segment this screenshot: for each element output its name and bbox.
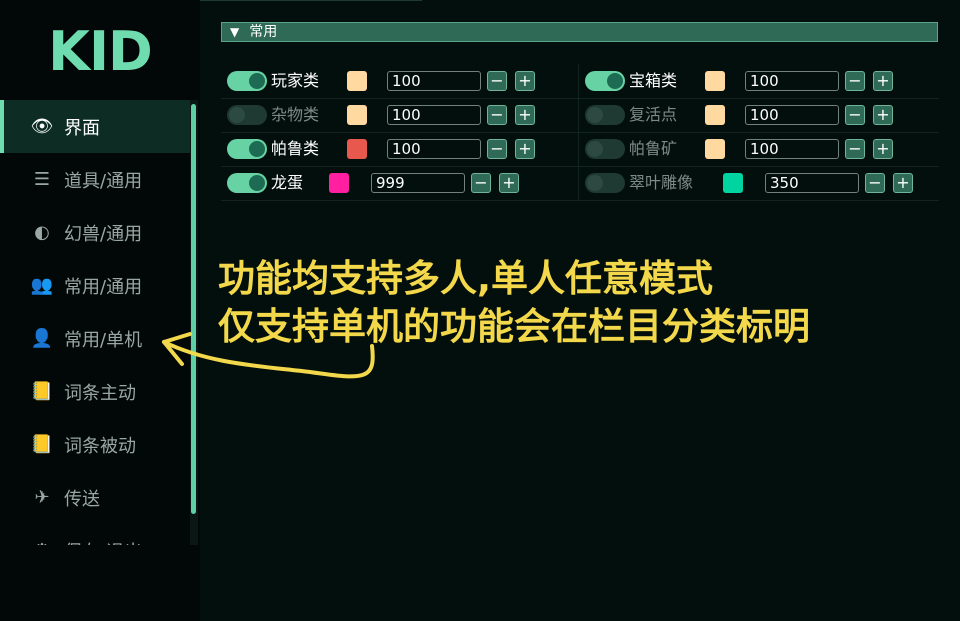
right-color-swatch[interactable] <box>705 105 725 125</box>
sidebar-scroll-thumb[interactable] <box>191 104 196 514</box>
left-value-input[interactable]: 999 <box>371 173 465 193</box>
left-increment-button[interactable]: + <box>515 71 535 91</box>
right-toggle[interactable] <box>585 173 625 193</box>
half-circle-icon: ◐ <box>34 222 50 243</box>
settings-row: 帕鲁类 100− + 帕鲁矿 100− + <box>221 132 939 167</box>
user-icon: 👤 <box>30 328 54 349</box>
collapse-triangle-icon: ▼ <box>230 25 240 39</box>
left-decrement-button[interactable]: − <box>487 71 507 91</box>
right-color-swatch[interactable] <box>705 139 725 159</box>
right-toggle[interactable] <box>585 105 625 125</box>
toggle-knob <box>229 107 245 123</box>
right-label: 宝箱类 <box>629 71 678 90</box>
sidebar-item-label: 保存/退出 <box>64 538 142 546</box>
left-label: 玩家类 <box>271 71 320 90</box>
sidebar-item-8[interactable]: ⚙ 保存/退出 <box>0 524 190 545</box>
left-toggle[interactable] <box>227 105 267 125</box>
sidebar-item-3[interactable]: 👥 常用/通用 <box>0 259 190 312</box>
toggle-knob <box>607 73 623 89</box>
left-decrement-button[interactable]: − <box>487 105 507 125</box>
settings-row: 龙蛋 999− + 翠叶雕像 350− + <box>221 166 939 201</box>
right-increment-button[interactable]: + <box>873 139 893 159</box>
section-title: 常用 <box>249 24 278 40</box>
left-toggle[interactable] <box>227 139 267 159</box>
right-value-input[interactable]: 350 <box>765 173 859 193</box>
left-value-input[interactable]: 100 <box>387 105 481 125</box>
sidebar-item-label: 道具/通用 <box>64 170 143 192</box>
right-label: 复活点 <box>629 105 678 124</box>
left-decrement-button[interactable]: − <box>471 173 491 193</box>
left-color-swatch[interactable] <box>347 105 367 125</box>
plane-icon: ✈ <box>34 487 50 508</box>
sidebar-item-label: 传送 <box>64 488 100 510</box>
sidebar-item-1[interactable]: ☰ 道具/通用 <box>0 153 190 206</box>
book-icon: 📒 <box>30 434 54 455</box>
toggle-knob <box>587 141 603 157</box>
left-toggle[interactable] <box>227 173 267 193</box>
left-value-input[interactable]: 100 <box>387 139 481 159</box>
column-divider <box>578 64 579 200</box>
list-icon: ☰ <box>33 169 51 190</box>
left-increment-button[interactable]: + <box>515 105 535 125</box>
sidebar-item-7[interactable]: ✈ 传送 <box>0 471 190 524</box>
right-label: 帕鲁矿 <box>629 139 678 158</box>
right-decrement-button[interactable]: − <box>845 105 865 125</box>
sidebar-item-label: 幻兽/通用 <box>64 223 143 245</box>
right-toggle[interactable] <box>585 139 625 159</box>
left-decrement-button[interactable]: − <box>487 139 507 159</box>
sidebar-item-label: 界面 <box>64 117 100 139</box>
left-color-swatch[interactable] <box>347 71 367 91</box>
right-value-input[interactable]: 100 <box>745 139 839 159</box>
right-toggle[interactable] <box>585 71 625 91</box>
right-decrement-button[interactable]: − <box>845 139 865 159</box>
left-label: 杂物类 <box>271 105 320 124</box>
left-label: 帕鲁类 <box>271 139 320 158</box>
right-increment-button[interactable]: + <box>893 173 913 193</box>
right-value-input[interactable]: 100 <box>745 105 839 125</box>
sidebar-item-6[interactable]: 📒 词条被动 <box>0 418 190 471</box>
book-icon: 📒 <box>30 381 54 402</box>
left-color-swatch[interactable] <box>329 173 349 193</box>
annotation-line-1: 功能均支持多人,单人任意模式 <box>218 257 714 300</box>
left-value-input[interactable]: 100 <box>387 71 481 91</box>
eye-icon: 👁 <box>30 116 54 137</box>
sidebar-item-0[interactable]: 👁 界面 <box>0 100 190 153</box>
left-increment-button[interactable]: + <box>515 139 535 159</box>
settings-row: 玩家类 100− + 宝箱类 100− + <box>221 64 939 99</box>
left-color-swatch[interactable] <box>347 139 367 159</box>
right-increment-button[interactable]: + <box>873 71 893 91</box>
toggle-knob <box>249 175 265 191</box>
right-decrement-button[interactable]: − <box>865 173 885 193</box>
left-toggle[interactable] <box>227 71 267 91</box>
sidebar-item-label: 词条被动 <box>64 435 136 457</box>
right-decrement-button[interactable]: − <box>845 71 865 91</box>
sidebar-item-label: 常用/单机 <box>64 329 143 351</box>
toggle-knob <box>587 175 603 191</box>
right-color-swatch[interactable] <box>705 71 725 91</box>
toggle-knob <box>249 73 265 89</box>
sidebar-item-2[interactable]: ◐ 幻兽/通用 <box>0 206 190 259</box>
gear-icon: ⚙ <box>30 540 54 545</box>
right-value-input[interactable]: 100 <box>745 71 839 91</box>
toggle-knob <box>587 107 603 123</box>
sidebar-item-label: 常用/通用 <box>64 276 143 298</box>
right-increment-button[interactable]: + <box>873 105 893 125</box>
toggle-knob <box>249 141 265 157</box>
annotation-arrow-icon <box>162 332 375 379</box>
sidebar-item-label: 词条主动 <box>64 382 136 404</box>
section-header-common[interactable]: ▼ 常用 <box>221 22 938 42</box>
right-color-swatch[interactable] <box>723 173 743 193</box>
right-label: 翠叶雕像 <box>629 173 694 192</box>
left-increment-button[interactable]: + <box>499 173 519 193</box>
users-icon: 👥 <box>30 275 54 296</box>
settings-row: 杂物类 100− + 复活点 100− + <box>221 98 939 133</box>
sidebar: KID 👁 界面 ☰ 道具/通用 ◐ 幻兽/通用 👥 常用/通用 👤 常用/单机 📒 词条主动 📒 词条被… <box>0 0 200 621</box>
left-label: 龙蛋 <box>271 173 304 192</box>
app-logo: KID <box>48 20 153 83</box>
